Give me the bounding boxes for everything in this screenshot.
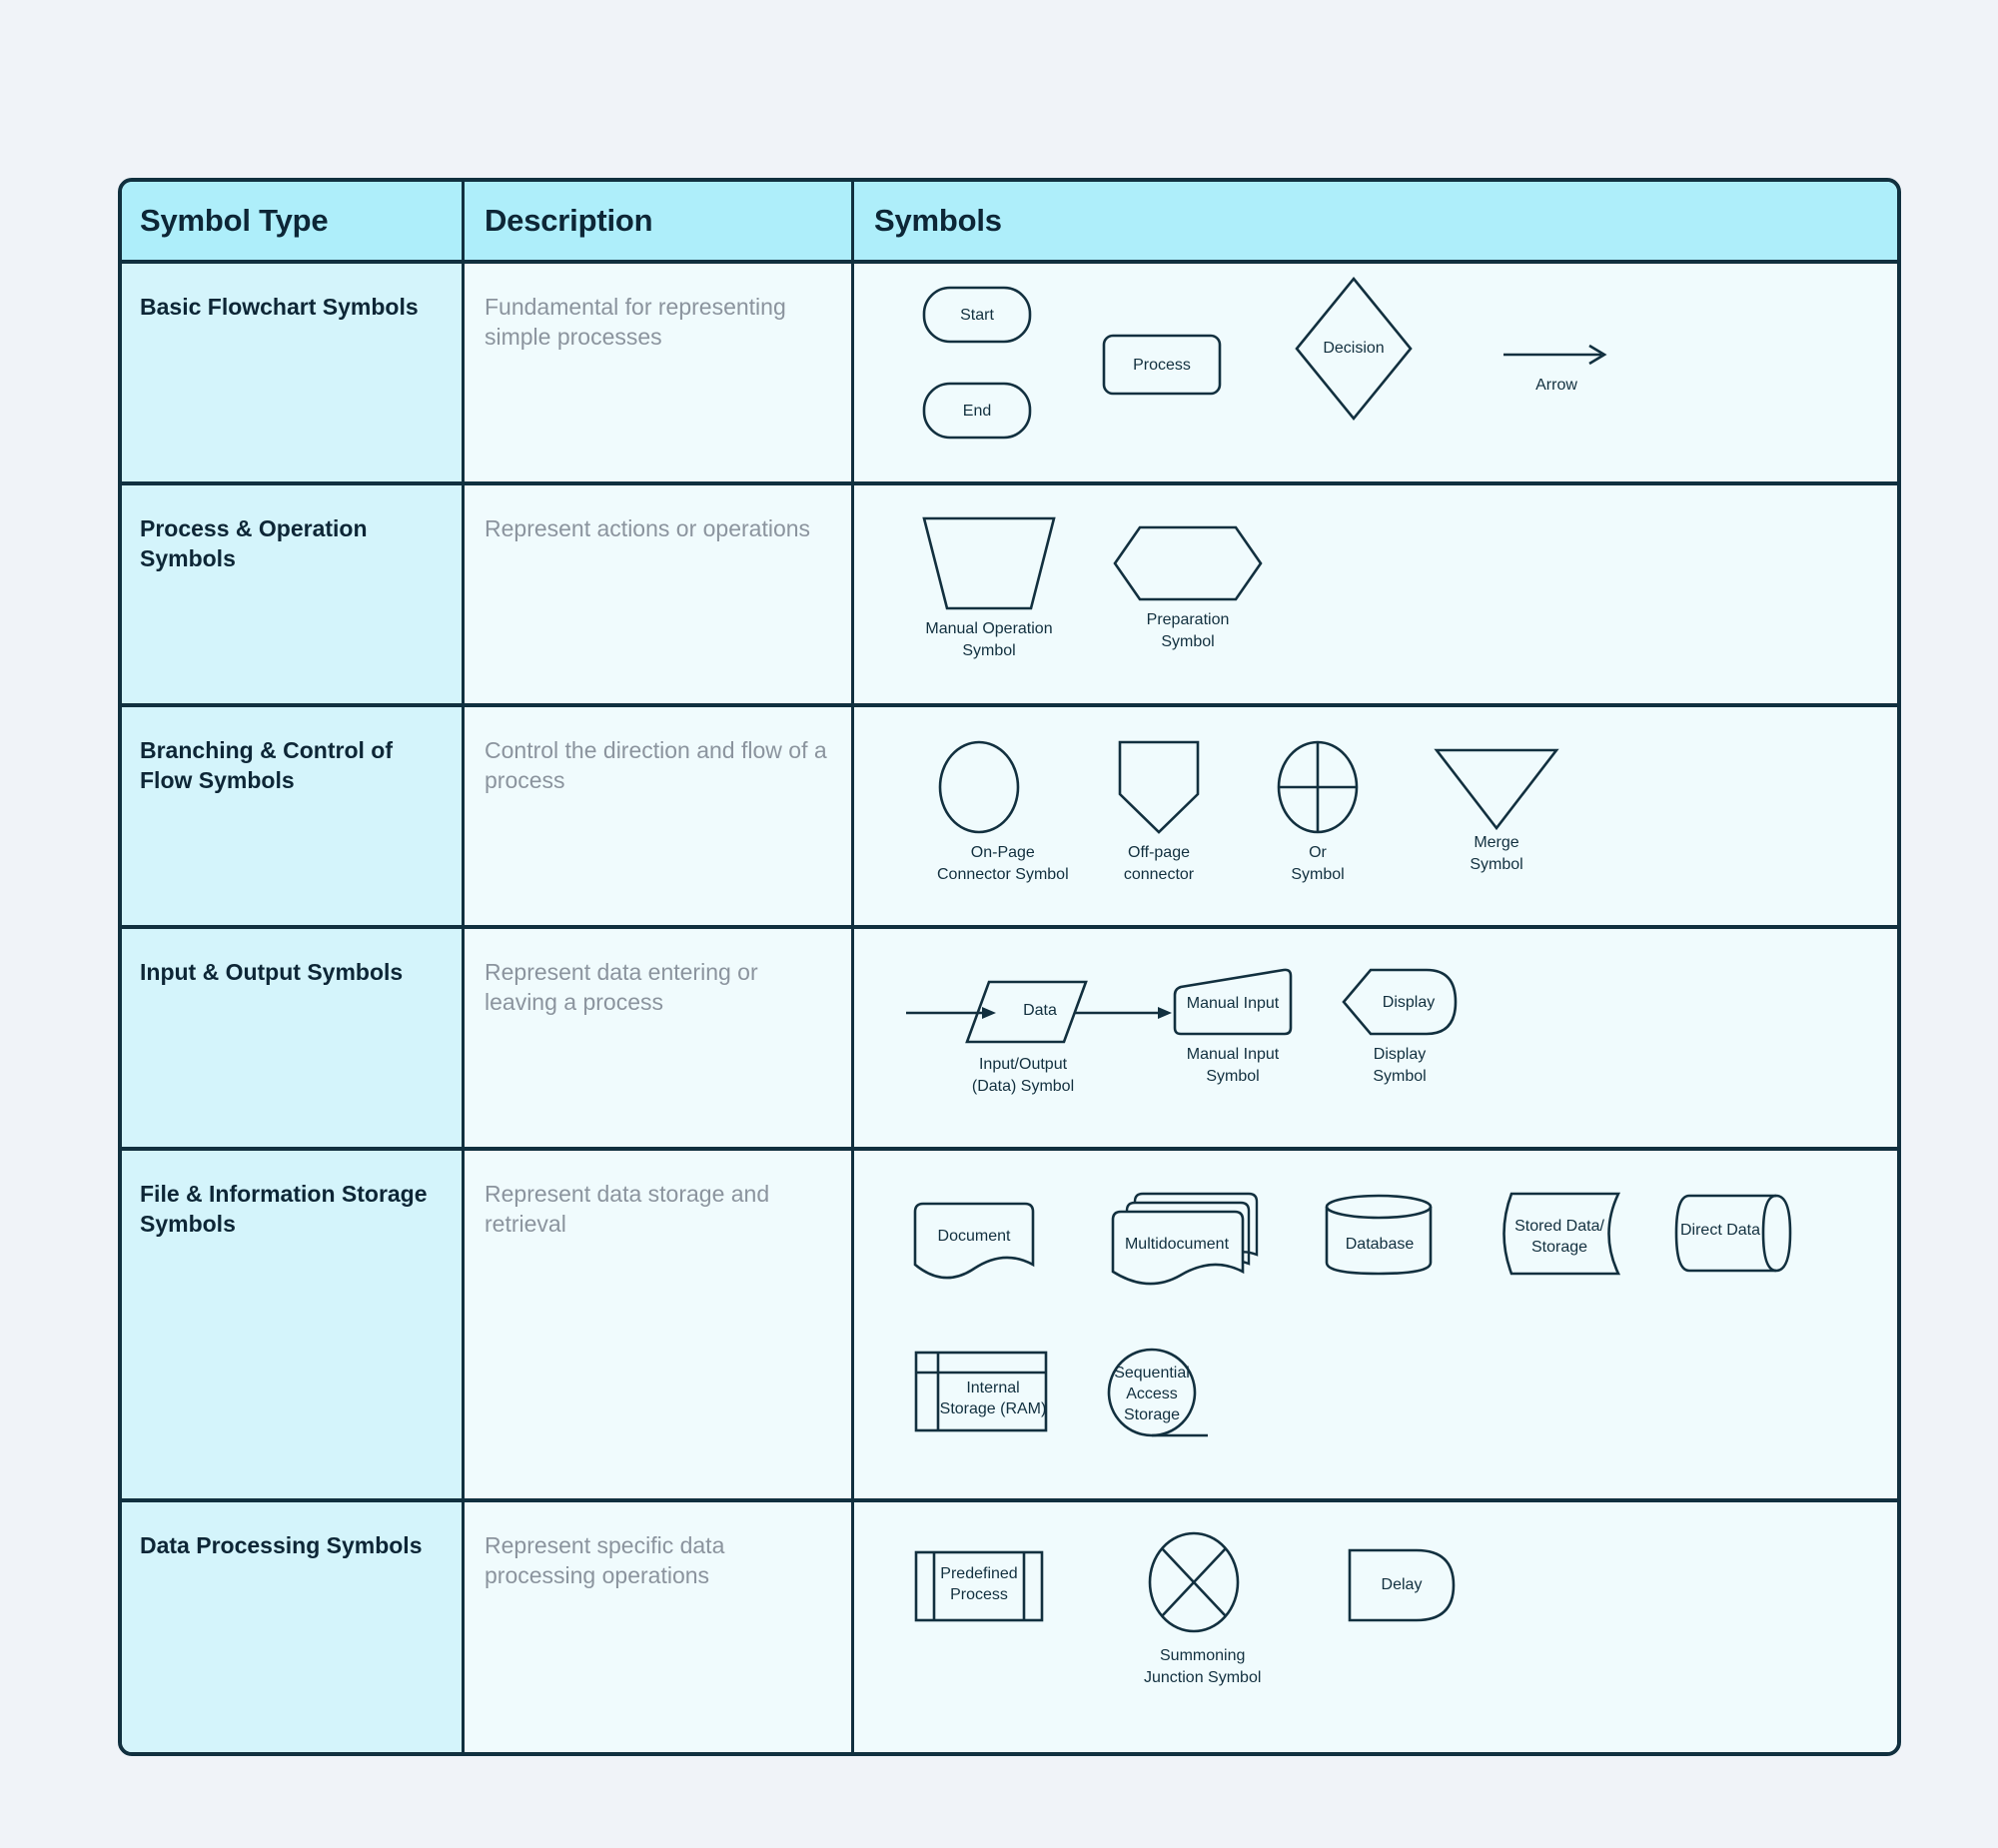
symbol-end: End [922, 382, 1032, 440]
row-symbols-cell: Manual Operation Symbol Preparation Symb… [854, 485, 1897, 703]
symbol-manual-operation-caption: Manual Operation Symbol [925, 620, 1053, 659]
symbol-stored-data: Stored Data/ Storage [1494, 1191, 1621, 1277]
row-type-cell: Input & Output Symbols [122, 929, 465, 1147]
row-symbols-cell: Predefined Process Summoning Junction Sy… [854, 1502, 1897, 1752]
header-cell-symbol-type: Symbol Type [122, 182, 465, 260]
symbol-summoning-junction-caption: Summoning Junction Symbol [1144, 1647, 1262, 1686]
row-description-cell: Control the direction and flow of a proc… [465, 707, 854, 925]
row-symbols-cell: Data Input/Output (Data) Symbol Manual I… [854, 929, 1897, 1147]
header-label-description: Description [485, 203, 653, 238]
symbol-decision: Decision [1294, 276, 1414, 422]
symbol-off-page-connector: Off-page connector [1117, 739, 1201, 885]
symbol-off-page-connector-caption: Off-page connector [1123, 844, 1195, 883]
row-description-cell: Represent data entering or leaving a pro… [465, 929, 854, 1147]
table-row: Process & Operation Symbols Represent ac… [122, 485, 1897, 707]
row-description-label: Represent data storage and retrieval [485, 1181, 770, 1238]
row-description-label: Represent actions or operations [485, 515, 811, 541]
symbol-direct-data: Direct Data [1673, 1193, 1793, 1275]
header-cell-description: Description [465, 182, 854, 260]
row-type-label: Process & Operation Symbols [140, 515, 368, 572]
row-type-cell: Process & Operation Symbols [122, 485, 465, 703]
header-cell-symbols: Symbols [854, 182, 1897, 260]
row-description-label: Represent data entering or leaving a pro… [485, 959, 758, 1016]
row-description-cell: Represent specific data processing opera… [465, 1502, 854, 1752]
row-type-cell: File & Information Storage Symbols [122, 1151, 465, 1498]
symbol-start: Start [922, 286, 1032, 344]
symbol-multidocument: Multidocument [1110, 1189, 1270, 1286]
symbol-manual-operation: Manual Operation Symbol [919, 515, 1059, 661]
symbol-internal-storage: Internal Storage (RAM) [914, 1351, 1048, 1432]
row-type-label: Basic Flowchart Symbols [140, 294, 419, 320]
row-description-label: Fundamental for representing simple proc… [485, 294, 786, 351]
flowchart-symbols-table: Symbol Type Description Symbols Basic Fl… [118, 178, 1901, 1756]
symbol-merge-caption: Merge Symbol [1470, 834, 1523, 873]
symbol-on-page-connector: On-Page Connector Symbol [937, 739, 1069, 885]
row-type-label: File & Information Storage Symbols [140, 1181, 428, 1238]
symbol-preparation: Preparation Symbol [1112, 524, 1264, 652]
symbol-document: Document [912, 1201, 1036, 1281]
row-type-label: Branching & Control of Flow Symbols [140, 737, 393, 794]
row-symbols-cell: Start End Process Decision Arrow [854, 264, 1897, 481]
symbol-display-caption: Display Symbol [1373, 1046, 1427, 1085]
table-row: Input & Output Symbols Represent data en… [122, 929, 1897, 1151]
row-description-label: Represent specific data processing opera… [485, 1532, 725, 1589]
row-symbols-cell: Document Multidocument Database Stored D… [854, 1151, 1897, 1498]
header-label-symbols: Symbols [874, 203, 1002, 238]
symbol-on-page-connector-caption: On-Page Connector Symbol [937, 844, 1069, 883]
symbol-summoning-junction: Summoning Junction Symbol [1144, 1530, 1261, 1688]
symbol-display: Display Display Symbol [1341, 967, 1459, 1087]
row-description-label: Control the direction and flow of a proc… [485, 737, 827, 794]
row-description-cell: Represent actions or operations [465, 485, 854, 703]
symbol-or: Or Symbol [1276, 739, 1360, 885]
row-symbols-cell: On-Page Connector Symbol Off-page connec… [854, 707, 1897, 925]
row-type-cell: Data Processing Symbols [122, 1502, 465, 1752]
symbol-predefined-process: Predefined Process [914, 1550, 1044, 1622]
row-type-cell: Branching & Control of Flow Symbols [122, 707, 465, 925]
table-row: Branching & Control of Flow Symbols Cont… [122, 707, 1897, 929]
symbol-sequential-access-storage: Sequential Access Storage [1102, 1347, 1212, 1438]
table-header-row: Symbol Type Description Symbols [122, 182, 1897, 264]
symbol-merge: Merge Symbol [1434, 747, 1559, 875]
header-label-symbol-type: Symbol Type [140, 203, 329, 238]
table-row: Data Processing Symbols Represent specif… [122, 1502, 1897, 1752]
row-description-cell: Fundamental for representing simple proc… [465, 264, 854, 481]
symbol-preparation-caption: Preparation Symbol [1146, 611, 1230, 650]
symbol-database: Database [1324, 1193, 1436, 1277]
symbol-input-output-caption: Input/Output (Data) Symbol [971, 1056, 1075, 1095]
page-root: Symbol Type Description Symbols Basic Fl… [0, 0, 1998, 1848]
symbol-manual-input-caption: Manual Input Symbol [1186, 1046, 1280, 1085]
row-type-label: Data Processing Symbols [140, 1532, 423, 1558]
row-type-cell: Basic Flowchart Symbols [122, 264, 465, 481]
table-row: File & Information Storage Symbols Repre… [122, 1151, 1897, 1502]
row-description-cell: Represent data storage and retrieval [465, 1151, 854, 1498]
symbol-arrow-caption: Arrow [1535, 377, 1577, 394]
symbol-manual-input: Manual Input Manual Input Symbol [1172, 967, 1294, 1087]
symbol-input-output-data: Data Input/Output (Data) Symbol [904, 977, 1176, 1097]
symbol-or-caption: Or Symbol [1291, 844, 1345, 883]
table-row: Basic Flowchart Symbols Fundamental for … [122, 264, 1897, 485]
symbol-arrow: Arrow [1501, 342, 1611, 397]
row-type-label: Input & Output Symbols [140, 959, 404, 985]
symbol-delay: Delay [1347, 1547, 1457, 1623]
symbol-process: Process [1102, 334, 1222, 396]
